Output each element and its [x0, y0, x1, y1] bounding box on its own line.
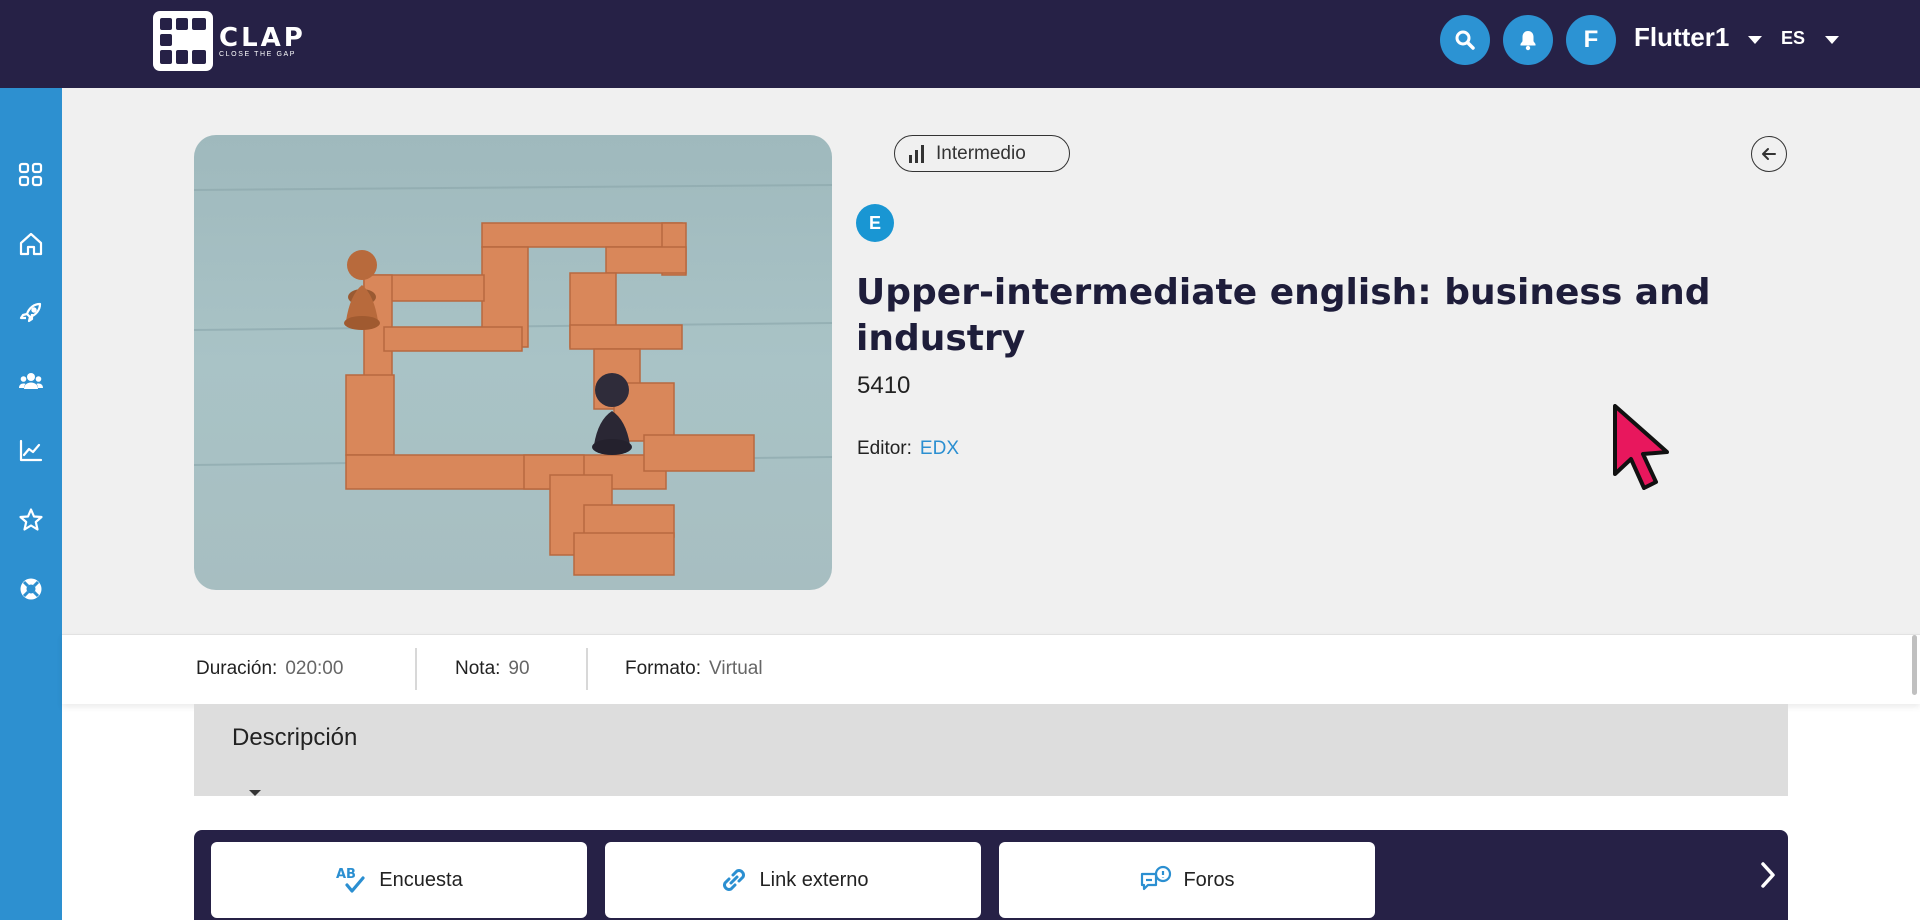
format-value: Virtual — [709, 658, 763, 679]
language-selector[interactable]: ES — [1781, 28, 1805, 49]
arrow-left-icon — [1762, 148, 1776, 160]
rocket-icon — [19, 302, 42, 323]
sidebar-item-home[interactable] — [17, 230, 45, 258]
grade-label: Nota: — [455, 658, 501, 679]
chevron-right-icon — [1761, 862, 1775, 888]
course-image — [194, 135, 832, 590]
course-title: Upper-intermediate english: business and… — [856, 272, 1711, 359]
duration-label: Duración: — [196, 658, 278, 679]
users-icon — [19, 373, 43, 389]
course-code: 5410 — [857, 372, 911, 399]
sidebar-item-favorites[interactable] — [17, 506, 45, 534]
notifications-button[interactable] — [1503, 15, 1553, 65]
grid-icon — [18, 162, 43, 187]
sidebar-item-help[interactable] — [17, 575, 45, 603]
forum-icon — [1139, 865, 1173, 895]
resource-survey-label: Encuesta — [379, 868, 463, 891]
user-avatar[interactable]: F — [1566, 15, 1616, 65]
sidebar-item-dashboard[interactable] — [17, 161, 45, 189]
level-label: Intermedio — [936, 142, 1026, 164]
resource-forums-label: Foros — [1183, 868, 1235, 891]
search-icon — [1455, 30, 1475, 50]
format-info: Formato: Virtual — [625, 658, 763, 680]
sidebar — [0, 88, 62, 920]
course-info-strip: Duración: 020:00 Nota: 90 Formato: Virtual — [62, 634, 1920, 704]
mouse-pointer-icon — [1611, 404, 1673, 495]
grade-value: 90 — [508, 658, 530, 679]
user-menu-chevron-down-icon[interactable] — [1748, 36, 1762, 44]
resources-bar: AB Encuesta Link externo Foros — [194, 830, 1788, 920]
chart-icon — [19, 439, 43, 462]
format-label: Formato: — [625, 658, 702, 679]
level-badge: Intermedio — [894, 135, 1070, 172]
resource-external-link-button[interactable]: Link externo — [605, 842, 981, 918]
search-button[interactable] — [1440, 15, 1490, 65]
lifebuoy-icon — [20, 578, 42, 600]
clap-logo[interactable]: CLAP CLOSE THE GAP — [153, 11, 306, 71]
caret-down-icon — [249, 790, 261, 796]
description-toggle[interactable] — [235, 778, 275, 808]
logo-tagline: CLOSE THE GAP — [219, 51, 297, 58]
editor-label: Editor: — [857, 438, 912, 459]
survey-icon: AB — [335, 864, 369, 896]
svg-text:AB: AB — [336, 867, 356, 882]
home-icon — [19, 232, 43, 256]
sidebar-item-launch[interactable] — [17, 299, 45, 327]
resource-survey-button[interactable]: AB Encuesta — [211, 842, 587, 918]
link-icon — [718, 864, 750, 896]
resources-next-button[interactable] — [1748, 850, 1788, 900]
divider — [586, 648, 588, 690]
editor-link[interactable]: EDX — [920, 438, 959, 459]
description-section[interactable]: Descripción — [194, 704, 1788, 796]
bell-icon — [1520, 31, 1536, 51]
back-button[interactable] — [1751, 136, 1787, 172]
resource-forums-button[interactable]: Foros — [999, 842, 1375, 918]
provider-badge: E — [856, 204, 894, 242]
logo-mark-icon — [153, 11, 213, 71]
top-bar: CLAP CLOSE THE GAP F Flutter1 ES — [0, 0, 1920, 88]
star-icon — [19, 508, 43, 531]
user-name[interactable]: Flutter1 — [1634, 22, 1729, 53]
scrollbar-thumb[interactable] — [1912, 635, 1917, 695]
grade-info: Nota: 90 — [455, 658, 530, 680]
editor-row: Editor: EDX — [857, 438, 959, 460]
logo-text: CLAP — [219, 23, 306, 53]
sidebar-item-community[interactable] — [17, 368, 45, 396]
description-title: Descripción — [232, 724, 358, 751]
signal-bars-icon — [909, 144, 924, 163]
divider — [415, 648, 417, 690]
resource-external-link-label: Link externo — [759, 868, 869, 891]
sidebar-item-stats[interactable] — [17, 437, 45, 465]
duration-info: Duración: 020:00 — [196, 658, 343, 680]
language-chevron-down-icon[interactable] — [1825, 36, 1839, 44]
duration-value: 020:00 — [285, 658, 344, 679]
